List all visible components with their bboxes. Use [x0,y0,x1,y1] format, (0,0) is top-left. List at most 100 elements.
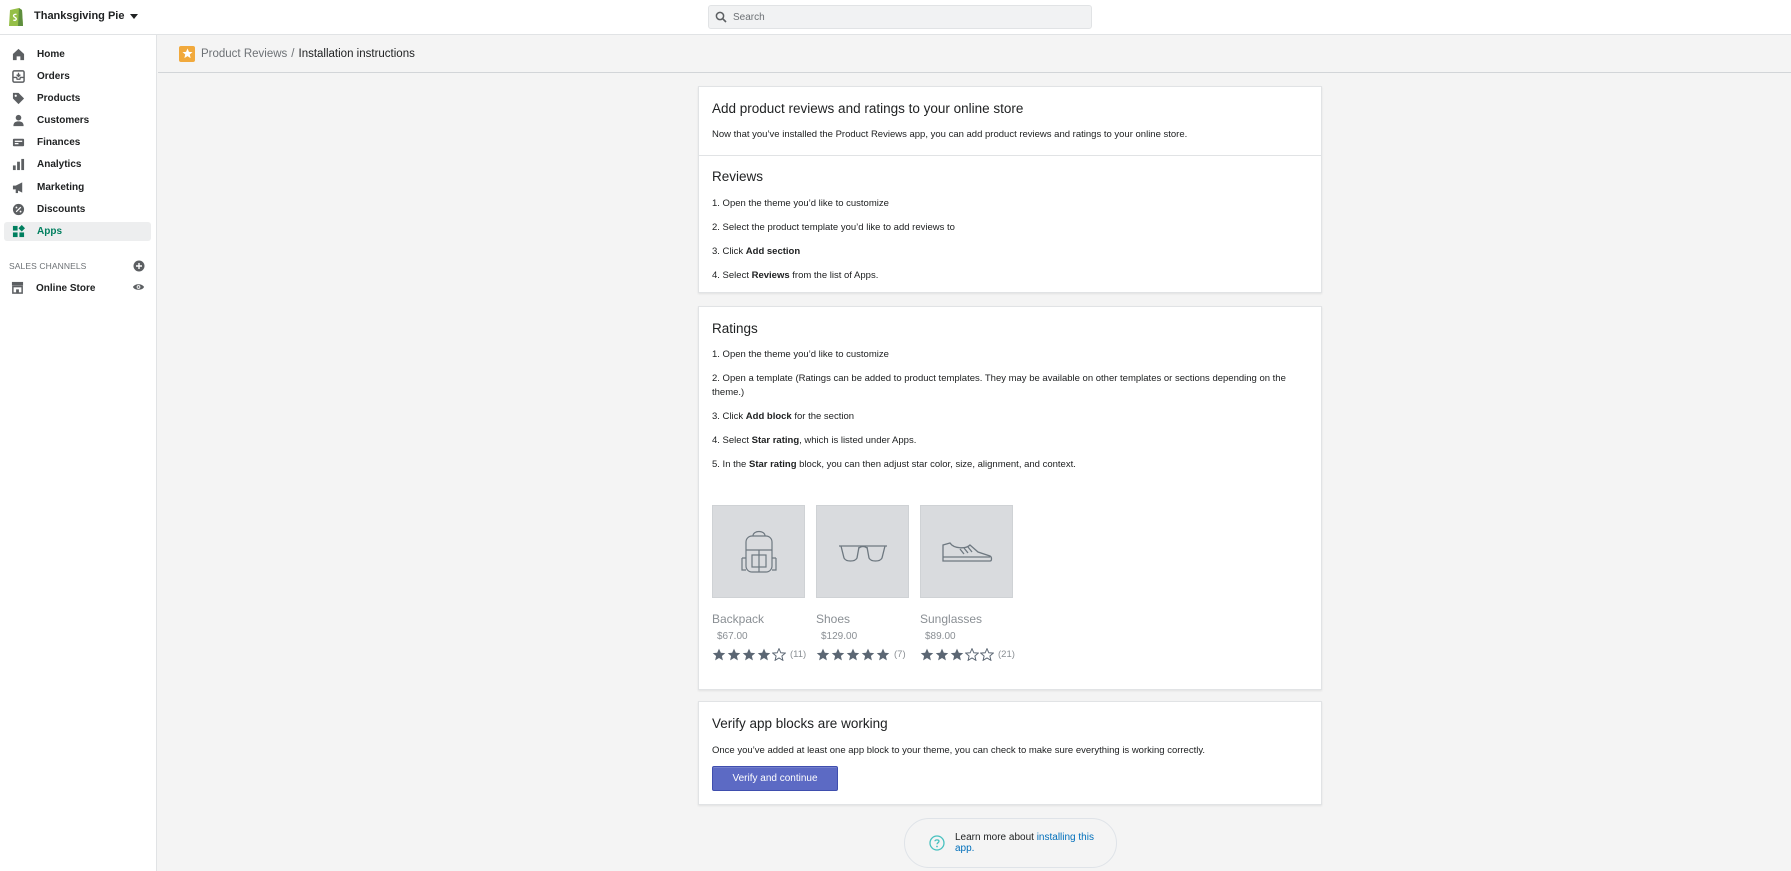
app-icon [179,45,195,62]
intro-title: Add product reviews and ratings to your … [712,101,1024,116]
sidebar-item-label: Apps [37,225,62,237]
sidebar-item-finances[interactable]: Finances [4,133,151,152]
product-name: Shoes [816,612,851,626]
rating-step: 5. In the Star rating block, you can the… [712,459,1076,470]
star-empty-icon [965,648,979,661]
store-name: Thanksgiving Pie [34,10,125,22]
sidebar-nav: Home Orders Products Customers Finances … [4,45,151,244]
star-filled-icon [846,648,860,661]
product-card: Backpack $67.00 (11) [712,505,806,661]
star-empty-icon [772,648,786,661]
star-filled-icon [757,648,771,661]
star-filled-icon [742,648,756,661]
shoe-icon [941,541,992,562]
product-image [920,505,1013,598]
caret-down-icon [130,13,139,19]
product-price: $89.00 [925,631,956,642]
help-icon [929,835,945,851]
intro-text: Now that you’ve installed the Product Re… [712,129,1188,140]
star-filled-icon [816,648,830,661]
search-icon [715,11,727,23]
review-count: (7) [894,649,906,660]
apps-icon [11,224,25,238]
eye-icon[interactable] [132,282,145,295]
star-rating [712,648,787,661]
product-price: $67.00 [717,631,748,642]
sidebar-item-home[interactable]: Home [4,45,151,64]
reviews-section: Reviews 1. Open the theme you’d like to … [699,156,1321,294]
add-channel-button[interactable] [133,260,145,272]
product-image [816,505,909,598]
product-card: Sunglasses $89.00 (21) [920,505,1015,661]
product-card: Shoes $129.00 (7) [816,505,909,661]
search-placeholder: Search [733,11,765,23]
breadcrumb: Product Reviews / Installation instructi… [158,35,1791,73]
sidebar-item-products[interactable]: Products [4,89,151,108]
breadcrumb-separator: / [291,47,295,60]
discount-icon [11,202,25,216]
review-step: 4. Select Reviews from the list of Apps. [712,270,879,281]
orders-icon [11,70,25,84]
sidebar-item-label: Customers [37,115,90,127]
product-name: Backpack [712,612,765,626]
review-step: 3. Click Add section [712,246,801,257]
review-step: 2. Select the product template you’d lik… [712,222,955,233]
verify-card: Verify app blocks are working Once you’v… [698,701,1322,805]
sidebar-item-online-store[interactable]: Online Store [4,279,145,298]
ratings-title: Ratings [712,321,758,336]
finances-icon [11,136,25,150]
megaphone-icon [11,180,25,194]
home-icon [11,48,25,62]
sidebar-item-apps[interactable]: Apps [4,221,151,241]
product-rating: (11) [712,648,806,661]
verify-section: Verify app blocks are working Once you’v… [699,702,1321,806]
store-switcher[interactable]: Thanksgiving Pie [8,5,139,27]
reviews-title: Reviews [712,169,764,184]
product-preview-grid: Backpack $67.00 (11) Shoes $129.00 (7) S… [712,505,1032,675]
star-rating [920,648,995,661]
backpack-icon [740,530,777,573]
help-text: Learn more about installing this app. [954,832,1094,854]
help-footer: Learn more about installing this app. [904,818,1117,868]
sidebar-item-orders[interactable]: Orders [4,67,151,86]
star-filled-icon [950,648,964,661]
search-input[interactable]: Search [708,5,1092,29]
verify-text: Once you’ve added at least one app block… [712,745,1206,756]
sales-channels-header: SALES CHANNELS [9,259,145,273]
sidebar-item-label: Finances [37,137,81,149]
star-filled-icon [876,648,890,661]
person-icon [11,114,25,128]
sidebar-item-customers[interactable]: Customers [4,111,151,130]
shopify-logo-icon [9,8,23,26]
product-rating: (21) [920,648,1015,661]
product-image [712,505,805,598]
star-filled-icon [935,648,949,661]
star-filled-icon [727,648,741,661]
bar-chart-icon [11,158,25,172]
breadcrumb-app-link[interactable]: Product Reviews [201,48,287,60]
star-filled-icon [920,648,934,661]
store-icon [11,281,24,297]
sales-channels-title: SALES CHANNELS [9,261,87,271]
sidebar-item-analytics[interactable]: Analytics [4,155,151,174]
sidebar-item-marketing[interactable]: Marketing [4,178,151,197]
product-rating: (7) [816,648,906,661]
sidebar-item-label: Online Store [36,283,96,294]
verify-and-continue-button[interactable]: Verify and continue [712,766,838,791]
rating-step: 3. Click Add block for the section [712,411,855,422]
product-price: $129.00 [821,631,858,642]
review-count: (11) [790,649,807,660]
sidebar: Home Orders Products Customers Finances … [0,35,157,871]
tag-icon [11,92,25,106]
sidebar-item-label: Products [37,93,81,105]
page-title: Installation instructions [298,47,415,60]
sidebar-item-label: Analytics [37,159,82,171]
top-bar: Thanksgiving Pie Search [0,0,1791,35]
intro-reviews-card: Add product reviews and ratings to your … [698,86,1322,293]
review-count: (21) [998,649,1015,660]
intro-section: Add product reviews and ratings to your … [699,87,1321,155]
rating-step: 2. Open a template (Ratings can be added… [712,373,1286,398]
review-step: 1. Open the theme you’d like to customiz… [712,198,889,209]
sidebar-item-discounts[interactable]: Discounts [4,200,151,219]
star-filled-icon [831,648,845,661]
